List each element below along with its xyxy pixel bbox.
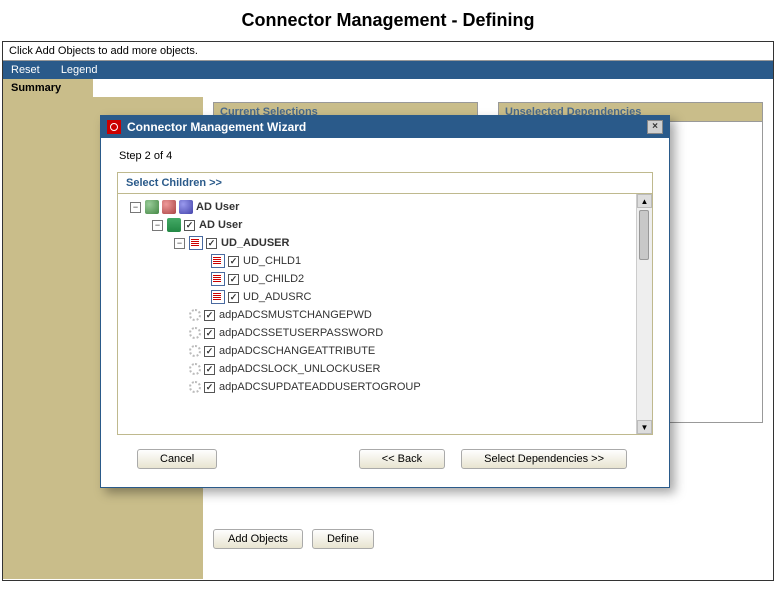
define-button[interactable]: Define — [312, 529, 374, 549]
tree-item-label: adpADCSUPDATEADDUSERTOGROUP — [219, 378, 421, 396]
close-icon[interactable]: × — [647, 120, 663, 134]
dialog-titlebar[interactable]: Connector Management Wizard × — [101, 116, 669, 138]
tree[interactable]: − AD User − AD User − UD_ADUSERUD_CHLD1UD_CHI… — [118, 194, 636, 434]
tree-item[interactable]: − AD User — [130, 216, 632, 234]
checkbox[interactable] — [204, 310, 215, 321]
select-dependencies-button[interactable]: Select Dependencies >> — [461, 449, 627, 469]
scroll-up-icon[interactable]: ▲ — [637, 194, 652, 208]
gear-icon — [189, 381, 201, 393]
menu-bar: Reset Legend — [3, 61, 773, 79]
tree-item-label: AD User — [196, 198, 239, 216]
tree-item-label: UD_CHLD1 — [243, 252, 301, 270]
oracle-icon — [107, 120, 121, 134]
select-children-header[interactable]: Select Children >> — [118, 173, 652, 194]
add-objects-button[interactable]: Add Objects — [213, 529, 303, 549]
checkbox[interactable] — [204, 364, 215, 375]
checkbox[interactable] — [184, 220, 195, 231]
scroll-thumb[interactable] — [639, 210, 649, 260]
collapse-icon[interactable]: − — [130, 202, 141, 213]
doc-icon — [211, 254, 225, 268]
collapse-icon[interactable]: − — [174, 238, 185, 249]
tree-item-label: adpADCSMUSTCHANGEPWD — [219, 306, 372, 324]
stack-icon — [167, 218, 181, 232]
step-label: Step 2 of 4 — [119, 150, 653, 162]
folder2-icon — [162, 200, 176, 214]
page-title: Connector Management - Defining — [0, 0, 776, 41]
tree-item-label: UD_CHILD2 — [243, 270, 304, 288]
checkbox[interactable] — [228, 292, 239, 303]
tree-item[interactable]: adpADCSLOCK_UNLOCKUSER — [130, 360, 632, 378]
menu-legend[interactable]: Legend — [61, 64, 98, 76]
collapse-icon[interactable]: − — [152, 220, 163, 231]
tree-item[interactable]: adpADCSMUSTCHANGEPWD — [130, 306, 632, 324]
tree-item-label: adpADCSCHANGEATTRIBUTE — [219, 342, 375, 360]
tree-item[interactable]: − AD User — [130, 198, 632, 216]
doc-icon — [189, 236, 203, 250]
doc-icon — [211, 272, 225, 286]
tree-item[interactable]: adpADCSCHANGEATTRIBUTE — [130, 342, 632, 360]
tree-item[interactable]: − UD_ADUSER — [130, 234, 632, 252]
cancel-button[interactable]: Cancel — [137, 449, 217, 469]
checkbox[interactable] — [204, 382, 215, 393]
tree-item[interactable]: adpADCSUPDATEADDUSERTOGROUP — [130, 378, 632, 396]
menu-reset[interactable]: Reset — [11, 64, 40, 76]
folder1-icon — [145, 200, 159, 214]
doc-icon — [211, 290, 225, 304]
checkbox[interactable] — [204, 328, 215, 339]
tree-item-label: adpADCSSETUSERPASSWORD — [219, 324, 383, 342]
checkbox[interactable] — [204, 346, 215, 357]
gear-icon — [189, 345, 201, 357]
tree-item[interactable]: UD_CHILD2 — [130, 270, 632, 288]
dialog-title: Connector Management Wizard — [127, 120, 306, 134]
gear-icon — [189, 309, 201, 321]
tree-item[interactable]: UD_CHLD1 — [130, 252, 632, 270]
checkbox[interactable] — [228, 274, 239, 285]
tree-item-label: adpADCSLOCK_UNLOCKUSER — [219, 360, 380, 378]
tree-item-label: AD User — [199, 216, 242, 234]
tree-item-label: UD_ADUSRC — [243, 288, 311, 306]
scrollbar[interactable]: ▲ ▼ — [636, 194, 652, 434]
tree-item[interactable]: adpADCSSETUSERPASSWORD — [130, 324, 632, 342]
tree-item[interactable]: UD_ADUSRC — [130, 288, 632, 306]
tree-panel: Select Children >> − AD User − AD User − UD_A… — [117, 172, 653, 435]
back-button[interactable]: << Back — [359, 449, 445, 469]
summary-tab[interactable]: Summary — [3, 79, 93, 97]
gear-icon — [189, 327, 201, 339]
tree-item-label: UD_ADUSER — [221, 234, 289, 252]
checkbox[interactable] — [206, 238, 217, 249]
connector-wizard-dialog: Connector Management Wizard × Step 2 of … — [100, 115, 670, 488]
gear-icon — [189, 363, 201, 375]
scroll-down-icon[interactable]: ▼ — [637, 420, 652, 434]
hint-bar: Click Add Objects to add more objects. — [3, 42, 773, 61]
checkbox[interactable] — [228, 256, 239, 267]
folder3-icon — [179, 200, 193, 214]
